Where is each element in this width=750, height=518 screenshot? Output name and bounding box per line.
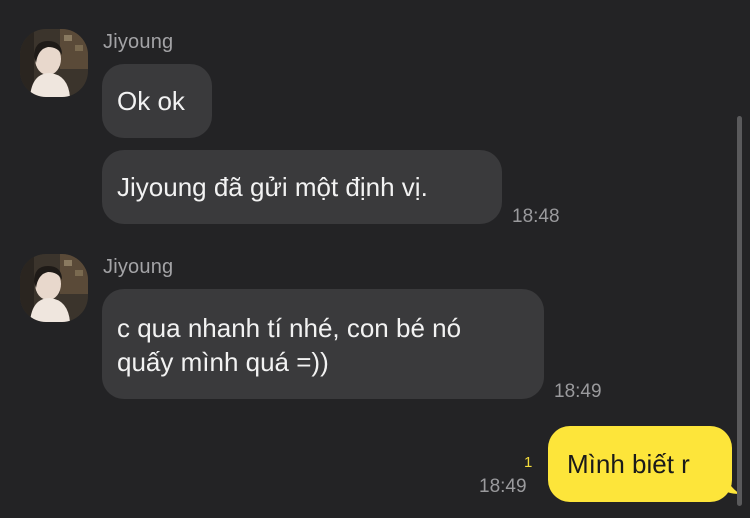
message-text: Mình biết r (567, 449, 690, 479)
avatar-jiyoung[interactable] (20, 254, 88, 322)
chat-window[interactable]: Jiyoung Ok ok Jiyoung đã gửi một định vị… (0, 0, 750, 518)
message-bubble[interactable]: Ok ok (102, 64, 212, 138)
unread-count: 1 (524, 454, 533, 471)
avatar-photo-icon (20, 254, 88, 322)
sender-name: Jiyoung (103, 256, 174, 278)
message-bubble[interactable]: c qua nhanh tí nhé, con bé nó quấy mình … (102, 289, 544, 399)
scrollbar[interactable] (737, 116, 742, 506)
avatar-photo-icon (20, 29, 88, 97)
sender-name: Jiyoung (103, 31, 174, 53)
message-timestamp: 18:48 (512, 206, 560, 227)
message-text-line: c qua nhanh tí nhé, con bé nó (117, 313, 462, 343)
message-text-line: quấy mình quá =)) (117, 347, 329, 377)
message-text: Jiyoung đã gửi một định vị. (117, 172, 428, 202)
message-timestamp: 18:49 (554, 381, 602, 402)
outgoing-message-bubble[interactable]: Mình biết r (548, 426, 732, 502)
message-timestamp: 18:49 (479, 476, 527, 497)
avatar-jiyoung[interactable] (20, 29, 88, 97)
message-text: Ok ok (117, 86, 185, 116)
location-message-bubble[interactable]: Jiyoung đã gửi một định vị. (102, 150, 502, 224)
